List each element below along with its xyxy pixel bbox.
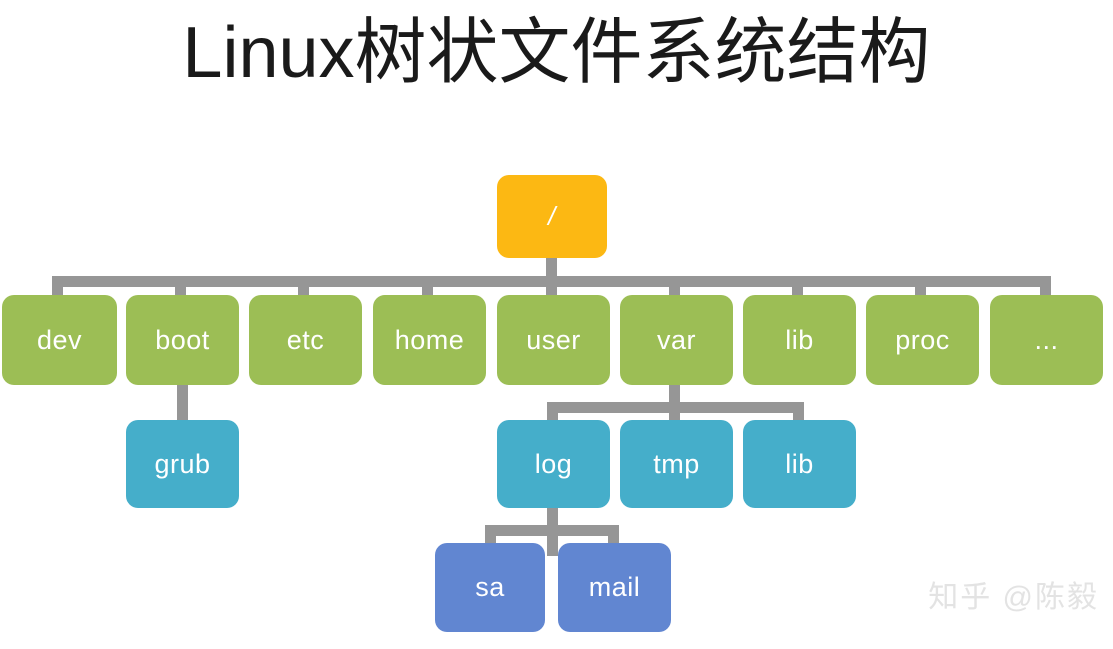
node-ellipsis[interactable]: ... [990,295,1103,385]
node-label: lib [785,448,814,479]
node-log[interactable]: log [497,420,610,508]
node-user[interactable]: user [497,295,610,385]
node-dev[interactable]: dev [2,295,117,385]
node-grub[interactable]: grub [126,420,239,508]
node-var[interactable]: var [620,295,733,385]
page-title: Linux树状文件系统结构 [182,13,931,93]
node-label: etc [286,324,325,355]
node-mail[interactable]: mail [558,543,671,632]
node-label: var [656,324,696,355]
node-label: ... [1034,324,1059,355]
node-sa[interactable]: sa [435,543,545,632]
node-label: user [526,324,581,355]
node-home[interactable]: home [373,295,486,385]
node-label: grub [154,448,211,479]
node-label: dev [36,324,83,355]
node-label: proc [895,324,950,355]
node-var-lib[interactable]: lib [743,420,856,508]
watermark: 知乎 @陈毅 [928,581,1099,614]
node-label: lib [785,324,814,355]
node-label: tmp [653,448,700,479]
node-root[interactable]: / [497,175,607,258]
node-proc[interactable]: proc [866,295,979,385]
node-etc[interactable]: etc [249,295,362,385]
node-label: sa [475,572,505,602]
node-tmp[interactable]: tmp [620,420,733,508]
node-boot[interactable]: boot [126,295,239,385]
node-label: boot [155,324,210,355]
node-label: mail [588,572,641,602]
diagram-canvas: Linux树状文件系统结构 / dev boot etc home user v… [0,0,1113,649]
node-label: home [394,324,465,355]
node-label: / [548,201,556,231]
connector-log-bus [485,525,619,536]
node-label: log [534,448,573,479]
node-lib[interactable]: lib [743,295,856,385]
